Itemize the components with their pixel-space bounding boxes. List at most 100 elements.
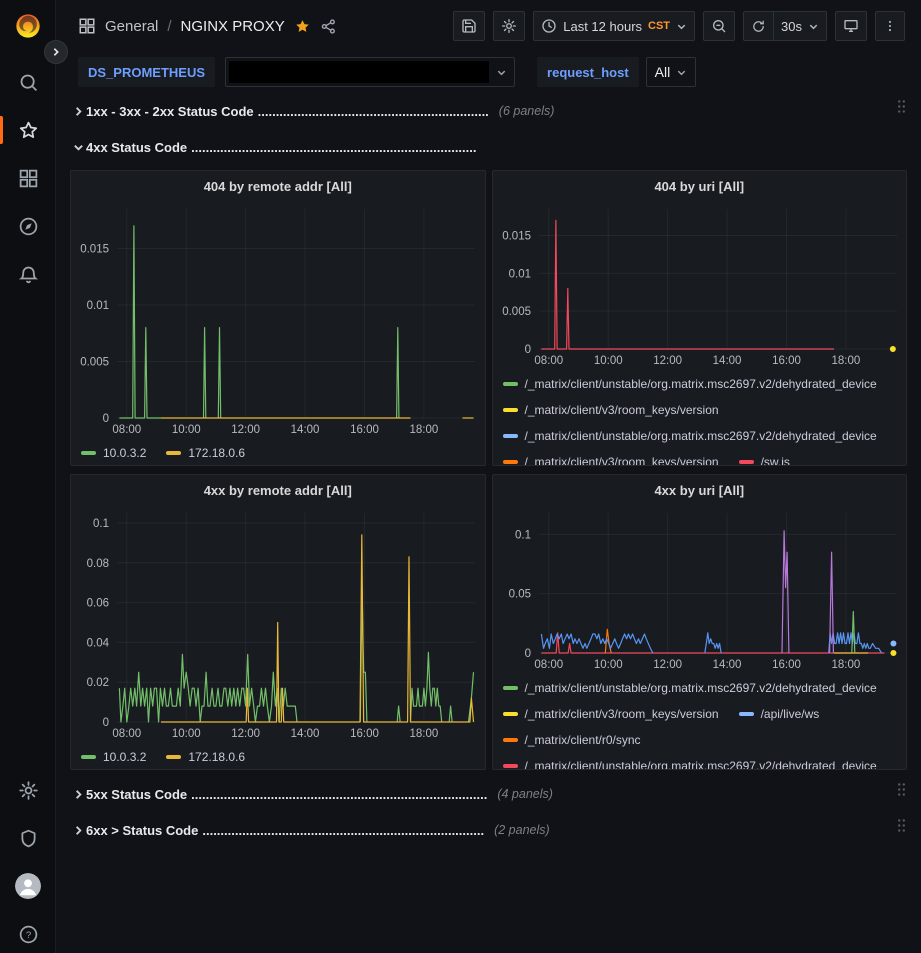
chart-plot: 08:0010:0012:0014:0016:0018:0000.050.1 <box>493 505 907 673</box>
sidebar-item-profile[interactable] <box>0 862 56 910</box>
panel-legend: /_matrix/client/unstable/org.matrix.msc2… <box>493 673 907 770</box>
legend-item[interactable]: /_matrix/client/unstable/org.matrix.msc2… <box>503 757 877 770</box>
svg-text:14:00: 14:00 <box>712 659 741 671</box>
svg-text:0.015: 0.015 <box>80 244 109 256</box>
legend-swatch <box>81 451 96 455</box>
legend-item[interactable]: 10.0.3.2 <box>81 748 146 765</box>
kiosk-mode-button[interactable] <box>835 11 867 41</box>
refresh-group: 30s <box>743 11 827 41</box>
svg-text:0: 0 <box>103 413 109 425</box>
refresh-interval-label: 30s <box>781 19 802 34</box>
svg-text:08:00: 08:00 <box>534 355 563 367</box>
datasource-variable-select[interactable] <box>225 57 515 87</box>
legend-item[interactable]: 172.18.0.6 <box>166 444 245 461</box>
svg-text:12:00: 12:00 <box>231 424 260 436</box>
legend-swatch <box>503 460 518 464</box>
drag-dots-icon <box>896 818 907 833</box>
dashboard-settings-button[interactable] <box>493 11 525 41</box>
legend-item[interactable]: /_matrix/client/unstable/org.matrix.msc2… <box>503 375 877 392</box>
legend-item[interactable]: /_matrix/client/r0/sync <box>503 731 641 748</box>
legend-label: /_matrix/client/unstable/org.matrix.msc2… <box>525 759 877 771</box>
sidebar-item-explore[interactable] <box>0 202 56 250</box>
sidebar-item-search[interactable] <box>0 58 56 106</box>
legend-swatch <box>503 764 518 768</box>
row-drag-handle[interactable] <box>896 818 907 833</box>
sidebar: ? <box>0 0 56 953</box>
chevron-down-icon <box>73 142 84 153</box>
request-host-variable-select[interactable]: All <box>646 57 697 87</box>
row-5xx[interactable]: 5xx Status Code ........................… <box>70 781 907 807</box>
kebab-icon <box>883 18 897 34</box>
row-4xx[interactable]: 4xx Status Code ........................… <box>70 134 907 160</box>
svg-text:0.005: 0.005 <box>502 306 531 318</box>
legend-item[interactable]: 10.0.3.2 <box>81 444 146 461</box>
time-range-picker[interactable]: Last 12 hours CST <box>533 11 695 41</box>
sidebar-item-server-admin[interactable] <box>0 814 56 862</box>
breadcrumb-section[interactable]: General <box>105 18 158 35</box>
breadcrumb-separator: / <box>167 18 171 35</box>
sidebar-nav <box>0 58 55 298</box>
row-6xx[interactable]: 6xx > Status Code ......................… <box>70 817 907 843</box>
legend-swatch <box>503 434 518 438</box>
legend-item[interactable]: /api/live/ws <box>739 705 820 722</box>
sidebar-item-configuration[interactable] <box>0 766 56 814</box>
legend-item[interactable]: /sw.js <box>739 453 790 466</box>
row-drag-handle[interactable] <box>896 782 907 797</box>
svg-text:0: 0 <box>524 344 530 356</box>
chart-plot: 08:0010:0012:0014:0016:0018:0000.020.040… <box>71 505 485 742</box>
row-leader: ........................................… <box>202 823 484 838</box>
legend-item[interactable]: /_matrix/client/v3/room_keys/version <box>503 453 719 466</box>
sidebar-item-alerting[interactable] <box>0 250 56 298</box>
panel-title[interactable]: 4xx by remote addr [All] <box>71 475 485 505</box>
more-options-button[interactable] <box>875 11 905 41</box>
svg-text:18:00: 18:00 <box>410 728 439 740</box>
chevron-down-icon <box>496 67 507 78</box>
sidebar-item-starred[interactable] <box>0 106 56 154</box>
svg-text:14:00: 14:00 <box>291 728 320 740</box>
svg-text:0.1: 0.1 <box>515 529 531 541</box>
favorite-button[interactable] <box>294 18 311 35</box>
share-button[interactable] <box>320 18 337 35</box>
star-icon <box>18 120 39 141</box>
request-host-variable-value: All <box>655 64 671 80</box>
refresh-button[interactable] <box>743 11 774 41</box>
svg-text:12:00: 12:00 <box>231 728 260 740</box>
sidebar-item-help[interactable]: ? <box>0 910 56 953</box>
legend-label: /_matrix/client/v3/room_keys/version <box>525 403 719 417</box>
row-leader: ........................................… <box>191 787 487 802</box>
save-dashboard-button[interactable] <box>453 11 485 41</box>
timezone-label: CST <box>648 20 670 32</box>
zoom-out-button[interactable] <box>703 11 735 41</box>
panel-legend: 10.0.3.2 172.18.0.6 <box>71 742 485 765</box>
svg-text:0.06: 0.06 <box>87 598 109 610</box>
page-title: NGINX PROXY <box>181 18 285 35</box>
panel-title[interactable]: 404 by uri [All] <box>493 171 907 201</box>
refresh-interval-picker[interactable]: 30s <box>774 11 827 41</box>
panel-title[interactable]: 404 by remote addr [All] <box>71 171 485 201</box>
legend-item[interactable]: /_matrix/client/v3/room_keys/version <box>503 401 719 418</box>
chevron-right-icon <box>73 106 84 117</box>
svg-text:0.015: 0.015 <box>502 230 531 242</box>
svg-text:16:00: 16:00 <box>772 659 801 671</box>
sidebar-item-dashboards[interactable] <box>0 154 56 202</box>
svg-text:14:00: 14:00 <box>712 355 741 367</box>
svg-text:08:00: 08:00 <box>112 424 141 436</box>
sidebar-expand-button[interactable] <box>44 40 68 64</box>
sidebar-bottom: ? <box>0 766 56 953</box>
chevron-right-icon <box>73 789 84 800</box>
legend-item[interactable]: 172.18.0.6 <box>166 748 245 765</box>
row-1xx-3xx-2xx[interactable]: 1xx - 3xx - 2xx Status Code ............… <box>70 98 907 124</box>
legend-item[interactable]: /_matrix/client/unstable/org.matrix.msc2… <box>503 427 877 444</box>
row-panel-count: (2 panels) <box>494 823 550 837</box>
row-drag-handle[interactable] <box>896 99 907 114</box>
svg-text:0.08: 0.08 <box>87 558 109 570</box>
legend-item[interactable]: /_matrix/client/v3/room_keys/version <box>503 705 719 722</box>
chevron-right-icon <box>73 825 84 836</box>
refresh-icon <box>751 19 766 34</box>
legend-swatch <box>503 738 518 742</box>
panel-title[interactable]: 4xx by uri [All] <box>493 475 907 505</box>
legend-item[interactable]: /_matrix/client/unstable/org.matrix.msc2… <box>503 679 877 696</box>
panel-4xx-by-uri: 4xx by uri [All] 08:0010:0012:0014:0016:… <box>492 474 908 770</box>
chart-canvas: 08:0010:0012:0014:0016:0018:0000.0050.01… <box>493 201 907 369</box>
request-host-variable-label: request_host <box>537 57 639 87</box>
